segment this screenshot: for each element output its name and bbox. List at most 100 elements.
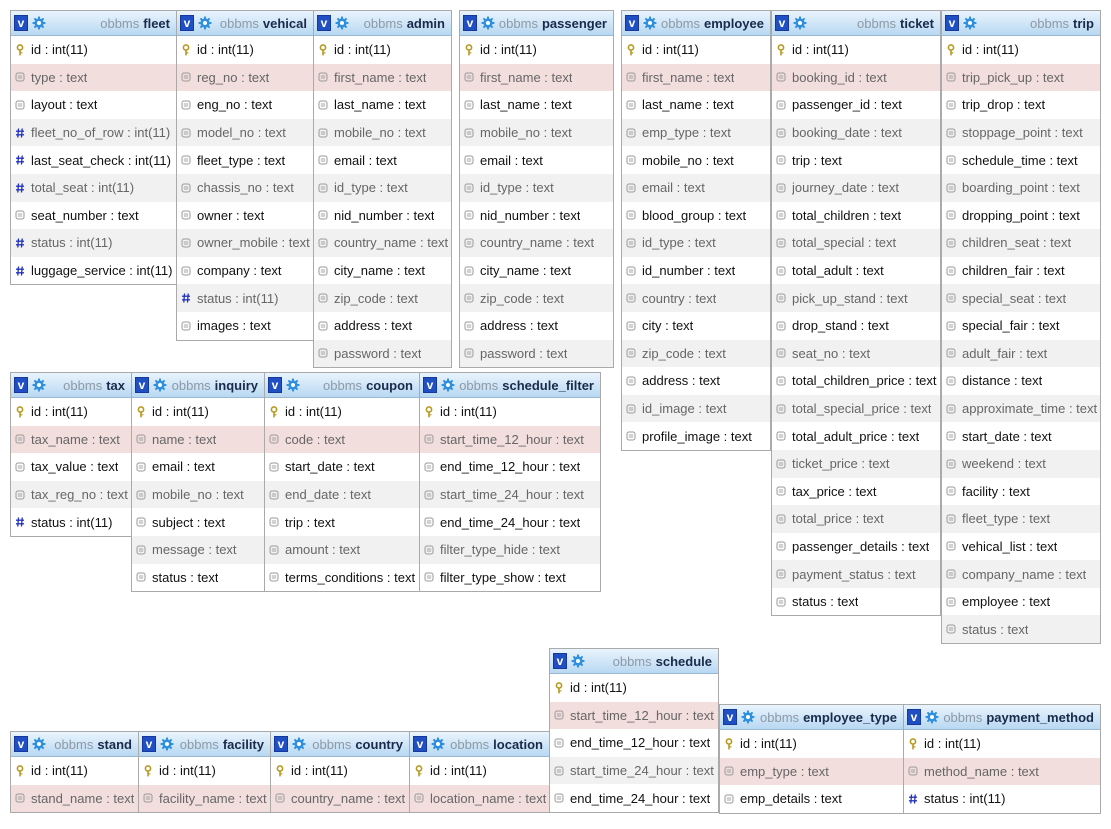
column-row[interactable]: profile_image : text [622, 422, 770, 450]
column-row[interactable]: passenger_details : text [772, 533, 940, 561]
column-row[interactable]: last_seat_check : int(11) [11, 146, 176, 174]
column-row[interactable]: id : int(11) [904, 730, 1100, 758]
column-row[interactable]: total_price : text [772, 505, 940, 533]
column-row[interactable]: tax_value : text [11, 453, 131, 481]
column-row[interactable]: id : int(11) [11, 36, 176, 64]
gear-icon[interactable] [571, 654, 585, 668]
table-vehical[interactable]: v obbms vehical id : int(11) reg_no : text en… [176, 10, 314, 341]
table-header[interactable]: v obbms tax [11, 373, 131, 398]
column-row[interactable]: city_name : text [460, 257, 613, 285]
column-row[interactable]: status : text [772, 588, 940, 616]
column-row[interactable]: start_time_12_hour : text [550, 701, 718, 730]
column-row[interactable]: address : text [460, 312, 613, 340]
table-header[interactable]: v obbms passenger [460, 11, 613, 36]
column-row[interactable]: id : int(11) [460, 36, 613, 64]
column-row[interactable]: terms_conditions : text [265, 564, 419, 592]
toggle-columns-button[interactable]: v [135, 377, 149, 393]
column-row[interactable]: first_name : text [460, 63, 613, 92]
column-row[interactable]: id_type : text [622, 229, 770, 257]
column-row[interactable]: id : int(11) [622, 36, 770, 64]
column-row[interactable]: mobile_no : text [132, 480, 264, 509]
toggle-columns-button[interactable]: v [274, 736, 288, 752]
column-row[interactable]: end_time_24_hour : text [550, 784, 718, 812]
column-row[interactable]: end_time_12_hour : text [550, 729, 718, 757]
table-header[interactable]: v obbms schedule_filter [420, 373, 600, 398]
table-header[interactable]: v obbms admin [314, 11, 451, 36]
column-row[interactable]: mobile_no : text [622, 146, 770, 174]
column-row[interactable]: zip_code : text [622, 339, 770, 368]
column-row[interactable]: images : text [177, 312, 313, 340]
toggle-columns-button[interactable]: v [14, 15, 28, 31]
gear-icon[interactable] [441, 378, 455, 392]
column-row[interactable]: total_adult_price : text [772, 422, 940, 450]
column-row[interactable]: weekend : text [942, 449, 1100, 478]
column-row[interactable]: city : text [622, 312, 770, 340]
column-row[interactable]: id : int(11) [410, 757, 549, 785]
table-schedule-filter[interactable]: v obbms schedule_filter id : int(11) start_t… [419, 372, 601, 593]
column-row[interactable]: drop_stand : text [772, 312, 940, 340]
table-fleet[interactable]: v obbms fleet id : int(11) type : text layout… [10, 10, 177, 286]
column-row[interactable]: company_name : text [942, 560, 1100, 588]
column-row[interactable]: mobile_no : text [460, 118, 613, 147]
column-row[interactable]: status : text [942, 615, 1100, 644]
column-row[interactable]: first_name : text [314, 63, 451, 92]
column-row[interactable]: end_time_12_hour : text [420, 453, 600, 481]
toggle-columns-button[interactable]: v [907, 709, 921, 725]
gear-icon[interactable] [793, 16, 807, 30]
designer-canvas[interactable]: v obbms fleet id : int(11) type : text layout… [0, 0, 1111, 829]
table-employee-type[interactable]: v obbms employee_type id : int(11) emp_type … [719, 704, 904, 814]
column-row[interactable]: id : int(11) [772, 36, 940, 64]
column-row[interactable]: dropping_point : text [942, 202, 1100, 230]
column-row[interactable]: id_number : text [622, 257, 770, 285]
column-row[interactable]: stoppage_point : text [942, 118, 1100, 147]
column-row[interactable]: subject : text [132, 508, 264, 536]
table-passenger[interactable]: v obbms passenger id : int(11) first_name : … [459, 10, 614, 369]
gear-icon[interactable] [481, 16, 495, 30]
column-row[interactable]: booking_id : text [772, 63, 940, 92]
column-row[interactable]: password : text [460, 339, 613, 368]
gear-icon[interactable] [292, 737, 306, 751]
column-row[interactable]: end_time_24_hour : text [420, 508, 600, 536]
column-row[interactable]: start_time_12_hour : text [420, 425, 600, 454]
column-row[interactable]: email : text [460, 146, 613, 174]
column-row[interactable]: id : int(11) [550, 674, 718, 702]
column-row[interactable]: country_name : text [271, 784, 409, 813]
column-row[interactable]: journey_date : text [772, 173, 940, 202]
column-row[interactable]: nid_number : text [314, 202, 451, 230]
column-row[interactable]: emp_type : text [622, 118, 770, 147]
column-row[interactable]: id : int(11) [177, 36, 313, 64]
column-row[interactable]: id : int(11) [720, 730, 903, 758]
table-admin[interactable]: v obbms admin id : int(11) first_name : text… [313, 10, 452, 369]
toggle-columns-button[interactable]: v [423, 377, 437, 393]
gear-icon[interactable] [153, 378, 167, 392]
column-row[interactable]: total_seat : int(11) [11, 173, 176, 202]
column-row[interactable]: address : text [622, 367, 770, 395]
table-payment-method[interactable]: v obbms payment_method id : int(11) method_n… [903, 704, 1101, 814]
column-row[interactable]: emp_details : text [720, 785, 903, 813]
gear-icon[interactable] [335, 16, 349, 30]
column-row[interactable]: last_name : text [460, 91, 613, 119]
column-row[interactable]: chassis_no : text [177, 173, 313, 202]
table-ticket[interactable]: v obbms ticket id : int(11) booking_id : tex… [771, 10, 941, 617]
column-row[interactable]: id : int(11) [314, 36, 451, 64]
column-row[interactable]: model_no : text [177, 118, 313, 147]
column-row[interactable]: fleet_type : text [942, 505, 1100, 533]
column-row[interactable]: filter_type_show : text [420, 564, 600, 592]
table-header[interactable]: v obbms trip [942, 11, 1100, 36]
column-row[interactable]: passenger_id : text [772, 91, 940, 119]
column-row[interactable]: fleet_type : text [177, 146, 313, 174]
column-row[interactable]: id_image : text [622, 394, 770, 423]
column-row[interactable]: employee : text [942, 588, 1100, 616]
column-row[interactable]: id : int(11) [132, 398, 264, 426]
column-row[interactable]: trip_drop : text [942, 91, 1100, 119]
column-row[interactable]: status : int(11) [11, 229, 176, 257]
toggle-columns-button[interactable]: v [14, 377, 28, 393]
column-row[interactable]: luggage_service : int(11) [11, 257, 176, 285]
column-row[interactable]: special_seat : text [942, 284, 1100, 312]
table-country[interactable]: v obbms country id : int(11) country_name : … [270, 731, 410, 814]
table-header[interactable]: v obbms schedule [550, 649, 718, 674]
column-row[interactable]: emp_type : text [720, 757, 903, 786]
toggle-columns-button[interactable]: v [553, 653, 567, 669]
column-row[interactable]: special_fair : text [942, 312, 1100, 340]
column-row[interactable]: blood_group : text [622, 202, 770, 230]
